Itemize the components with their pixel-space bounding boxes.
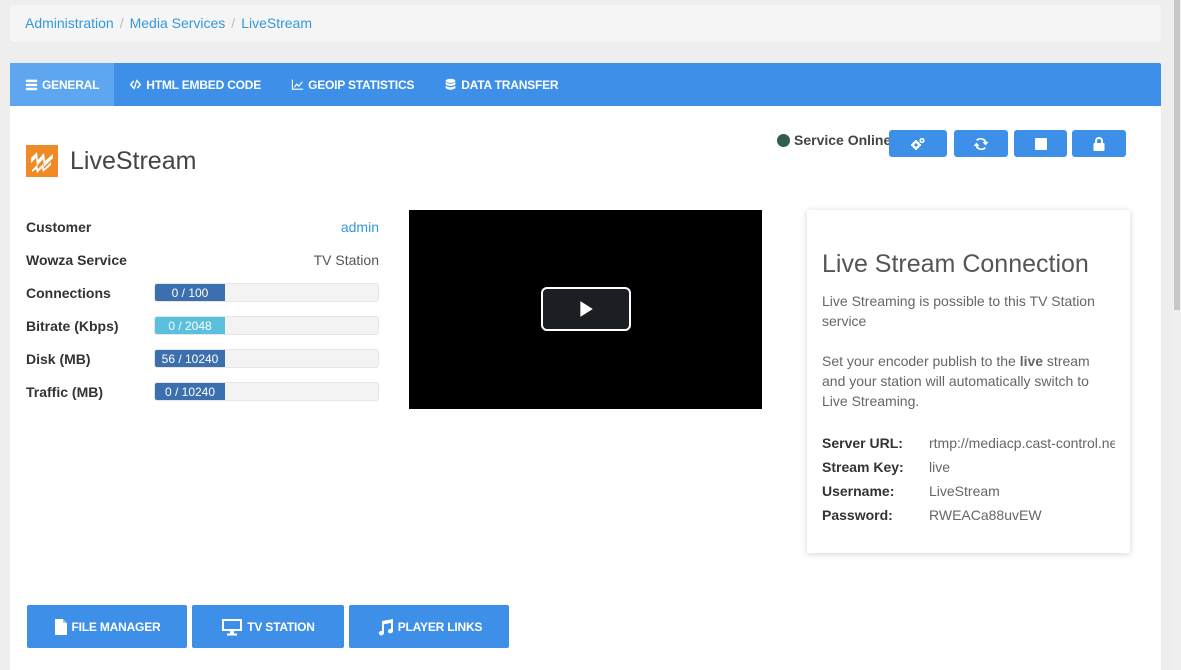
status-text: Service Online <box>794 132 892 148</box>
progress-fill: 0 / 2048 <box>155 317 225 334</box>
player-links-button[interactable]: PLAYER LINKS <box>349 605 509 648</box>
progress-fill: 0 / 100 <box>155 284 225 301</box>
breadcrumb-media-services[interactable]: Media Services <box>130 15 226 31</box>
table-row: Username: LiveStream <box>822 479 1115 503</box>
file-manager-button[interactable]: FILE MANAGER <box>27 605 187 648</box>
card-title: Live Stream Connection <box>822 250 1089 278</box>
stat-label: Customer <box>26 218 92 235</box>
table-row: Stream Key: live <box>822 455 1115 479</box>
stream-key-value: live <box>929 459 951 475</box>
stat-customer: Customer admin <box>26 210 379 243</box>
stat-traffic: Traffic (MB) 0 / 10240 <box>26 375 379 408</box>
lock-button[interactable] <box>1072 130 1126 157</box>
restart-button[interactable] <box>954 130 1008 157</box>
breadcrumb-separator: / <box>231 15 236 31</box>
stat-label: Disk (MB) <box>26 350 91 367</box>
instr-stream-name: live <box>1019 353 1044 369</box>
table-row: Password: RWEACa88uvEW <box>822 503 1115 527</box>
stop-icon <box>1034 137 1047 150</box>
live-stream-connection-card: Live Stream Connection Live Streaming is… <box>807 210 1130 553</box>
tab-html-embed-code[interactable]: HTML EMBED CODE <box>114 63 276 106</box>
settings-icon <box>911 137 925 150</box>
tab-general[interactable]: GENERAL <box>10 63 115 106</box>
instr-text: Set your encoder publish to the <box>822 353 1020 369</box>
page-title: LiveStream <box>70 146 197 175</box>
stat-label: Connections <box>26 284 111 301</box>
table-row: Server URL: rtmp://mediacp.cast-control.… <box>822 431 1115 455</box>
tab-geoip-statistics[interactable]: GEOIP STATISTICS <box>276 63 429 106</box>
video-player[interactable] <box>409 210 762 409</box>
tab-label: HTML EMBED CODE <box>146 77 262 92</box>
list-icon <box>25 79 38 91</box>
file-icon <box>54 618 67 635</box>
database-icon <box>445 78 456 90</box>
tab-bar: GENERAL HTML EMBED CODE GEOIP STATISTICS… <box>10 63 1161 106</box>
settings-button[interactable] <box>889 130 947 157</box>
wowza-logo-icon <box>26 145 58 177</box>
username-value: LiveStream <box>929 483 1000 499</box>
service-stats: Customer admin Wowza Service TV Station … <box>26 210 379 408</box>
connection-details: Server URL: rtmp://mediacp.cast-control.… <box>822 431 1115 527</box>
stat-disk: Disk (MB) 56 / 10240 <box>26 342 379 375</box>
breadcrumb-separator: / <box>119 15 124 31</box>
stat-connections: Connections 0 / 100 <box>26 276 379 309</box>
page-scrollbar[interactable] <box>1173 0 1181 670</box>
button-label: TV STATION <box>247 619 315 634</box>
tab-label: GEOIP STATISTICS <box>308 77 415 92</box>
progress-fill: 0 / 10240 <box>155 383 225 400</box>
breadcrumb: Administration / Media Services / LiveStream <box>10 5 1161 42</box>
stream-key-label: Stream Key: <box>822 459 904 475</box>
password-label: Password: <box>822 507 893 523</box>
customer-link[interactable]: admin <box>341 219 379 235</box>
service-status: Service Online <box>777 132 891 148</box>
tab-label: GENERAL <box>42 77 100 92</box>
disk-progress-bar: 56 / 10240 <box>154 349 379 368</box>
breadcrumb-administration[interactable]: Administration <box>25 15 114 31</box>
chart-icon <box>291 79 304 90</box>
bitrate-progress-bar: 0 / 2048 <box>154 316 379 335</box>
card-instructions: Set your encoder publish to the live str… <box>822 351 1115 411</box>
status-dot-icon <box>777 133 790 147</box>
server-url-value: rtmp://mediacp.cast-control.net <box>929 435 1115 451</box>
service-header: LiveStream <box>26 145 196 177</box>
play-button[interactable] <box>541 287 631 331</box>
traffic-progress-bar: 0 / 10240 <box>154 382 379 401</box>
stat-label: Bitrate (Kbps) <box>26 317 119 334</box>
card-intro: Live Streaming is possible to this TV St… <box>822 293 1095 329</box>
username-label: Username: <box>822 483 895 499</box>
connections-progress-bar: 0 / 100 <box>154 283 379 302</box>
monitor-icon <box>222 618 243 635</box>
stop-button[interactable] <box>1014 130 1067 157</box>
stat-bitrate: Bitrate (Kbps) 0 / 2048 <box>26 309 379 342</box>
breadcrumb-livestream[interactable]: LiveStream <box>241 15 312 31</box>
server-url-label: Server URL: <box>822 435 903 451</box>
tv-station-button[interactable]: TV STATION <box>192 605 344 648</box>
tab-label: DATA TRANSFER <box>461 77 559 92</box>
button-label: FILE MANAGER <box>71 619 161 634</box>
stat-wowza-service: Wowza Service TV Station <box>26 243 379 276</box>
scrollbar-thumb[interactable] <box>1174 0 1180 310</box>
stat-value: TV Station <box>313 251 379 268</box>
play-icon <box>580 301 593 317</box>
password-value: RWEACa88uvEW <box>929 507 1042 523</box>
code-icon <box>130 79 142 90</box>
stat-label: Traffic (MB) <box>26 383 103 400</box>
lock-icon <box>1093 136 1105 151</box>
service-panel: GENERAL HTML EMBED CODE GEOIP STATISTICS… <box>10 63 1161 670</box>
button-label: PLAYER LINKS <box>397 619 483 634</box>
progress-fill: 56 / 10240 <box>155 350 225 367</box>
stat-label: Wowza Service <box>26 251 127 268</box>
music-icon <box>378 618 393 635</box>
tab-data-transfer[interactable]: DATA TRANSFER <box>429 63 573 106</box>
restart-icon <box>973 137 989 150</box>
